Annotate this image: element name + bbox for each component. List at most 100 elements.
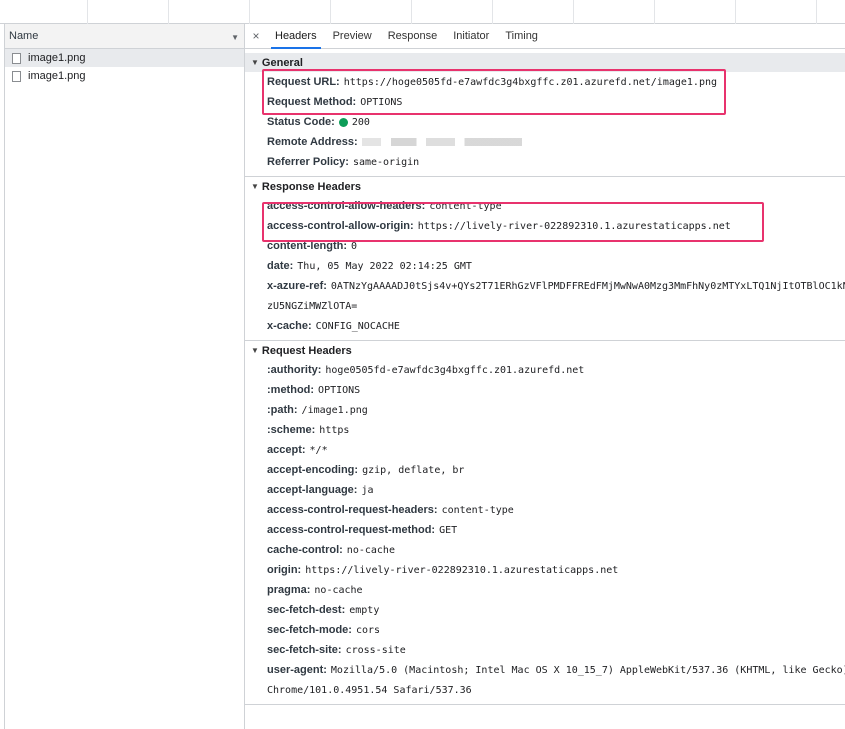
header-key: x-azure-ref:: [267, 280, 327, 292]
header-row: :scheme: https: [267, 420, 845, 440]
header-row: Status Code: 200: [267, 112, 845, 132]
header-row: sec-fetch-dest: empty: [267, 600, 845, 620]
header-row: pragma: no-cache: [267, 580, 845, 600]
header-row: cache-control: no-cache: [267, 540, 845, 560]
tab-preview[interactable]: Preview: [325, 24, 380, 48]
header-key: accept-encoding:: [267, 464, 359, 476]
header-row: :method: OPTIONS: [267, 380, 845, 400]
status-success-icon: [338, 117, 348, 127]
header-key: access-control-allow-headers:: [267, 200, 426, 212]
general-section-toggle[interactable]: ▼ General: [245, 53, 845, 72]
header-value: https://hoge0505fd-e7awfdc3g4bxgffc.z01.…: [343, 76, 718, 88]
tab-timing[interactable]: Timing: [497, 24, 546, 48]
header-key: access-control-request-method:: [267, 524, 436, 536]
header-key: accept:: [267, 444, 306, 456]
response-header-rows: access-control-allow-headers: content-typ…: [245, 196, 845, 336]
header-key: x-cache:: [267, 320, 312, 332]
header-row: access-control-allow-headers: content-typ…: [267, 196, 845, 216]
header-value: hoge0505fd-e7awfdc3g4bxgffc.z01.azurefd.…: [325, 364, 585, 376]
header-value: Thu, 05 May 2022 02:14:25 GMT: [297, 260, 472, 272]
request-headers-section-toggle[interactable]: ▼ Request Headers: [245, 341, 845, 360]
timeline-tick: [816, 0, 817, 24]
timeline-tick: [735, 0, 736, 24]
timeline-tick: [573, 0, 574, 24]
request-header-rows: :authority: hoge0505fd-e7awfdc3g4bxgffc.z…: [245, 360, 845, 700]
header-key: access-control-allow-origin:: [267, 220, 414, 232]
header-value: https://lively-river-022892310.1.azurest…: [305, 564, 619, 576]
header-key: sec-fetch-mode:: [267, 624, 352, 636]
header-row: Remote Address:: [267, 132, 845, 152]
timeline-tick: [654, 0, 655, 24]
request-row[interactable]: image1.png: [5, 67, 244, 85]
header-value: GET: [439, 524, 458, 536]
file-icon: [12, 52, 21, 64]
header-row: Request Method: OPTIONS: [267, 92, 845, 112]
header-row: sec-fetch-site: cross-site: [267, 640, 845, 660]
header-value: https://lively-river-022892310.1.azurest…: [417, 220, 731, 232]
header-row: accept: */*: [267, 440, 845, 460]
request-list-panel: Name ▼ image1.png image1.png: [5, 24, 245, 729]
header-value: OPTIONS: [360, 96, 403, 108]
header-row: Referrer Policy: same-origin: [267, 152, 845, 172]
timeline-tick: [411, 0, 412, 24]
request-name: image1.png: [28, 52, 86, 64]
header-row: content-length: 0: [267, 236, 845, 256]
header-value: 200: [351, 116, 370, 128]
header-key: Remote Address:: [267, 136, 358, 148]
header-key: sec-fetch-dest:: [267, 604, 346, 616]
expand-triangle-icon: ▼: [251, 182, 259, 191]
header-row: :path:/image1.png: [267, 400, 845, 420]
header-key: Status Code:: [267, 116, 335, 128]
tab-initiator[interactable]: Initiator: [445, 24, 497, 48]
redacted-remote-address: [361, 138, 522, 146]
header-value: empty: [349, 604, 380, 616]
header-key: sec-fetch-site:: [267, 644, 342, 656]
header-value: Mozilla/5.0 (Macintosh; Intel Mac OS X 1…: [330, 664, 845, 676]
header-row: Chrome/101.0.4951.54 Safari/537.36: [267, 680, 845, 700]
header-row: accept-language: ja: [267, 480, 845, 500]
header-row: access-control-request-method: GET: [267, 520, 845, 540]
header-row: sec-fetch-mode: cors: [267, 620, 845, 640]
response-headers-section-toggle[interactable]: ▼ Response Headers: [245, 177, 845, 196]
header-key: Request URL:: [267, 76, 340, 88]
timeline-overview[interactable]: [0, 0, 845, 24]
request-row[interactable]: image1.png: [5, 49, 244, 67]
header-row: access-control-request-headers: content-t…: [267, 500, 845, 520]
request-name: image1.png: [28, 70, 86, 82]
header-value: /image1.png: [301, 404, 368, 416]
tab-response[interactable]: Response: [380, 24, 446, 48]
header-key: accept-language:: [267, 484, 358, 496]
request-headers-title: Request Headers: [261, 344, 352, 357]
timeline-tick: [492, 0, 493, 24]
header-value: CONFIG_NOCACHE: [315, 320, 400, 332]
header-row: zU5NGZiMWZlOTA=: [267, 296, 845, 316]
name-column-label: Name: [9, 30, 39, 42]
header-key: cache-control:: [267, 544, 343, 556]
name-column-header[interactable]: Name ▼: [5, 24, 244, 49]
header-value: gzip, deflate, br: [362, 464, 465, 476]
header-key: :authority:: [267, 364, 322, 376]
header-row: :authority: hoge0505fd-e7awfdc3g4bxgffc.z…: [267, 360, 845, 380]
header-row: accept-encoding: gzip, deflate, br: [267, 460, 845, 480]
header-value: zU5NGZiMWZlOTA=: [267, 300, 358, 312]
timeline-tick: [168, 0, 169, 24]
header-key: user-agent:: [267, 664, 327, 676]
header-value: content-type: [441, 504, 514, 516]
close-icon[interactable]: ×: [245, 24, 267, 48]
section-divider: [245, 704, 845, 705]
timeline-tick: [330, 0, 331, 24]
response-headers-title: Response Headers: [261, 180, 361, 193]
header-row: user-agent: Mozilla/5.0 (Macintosh; Intel…: [267, 660, 845, 680]
header-value: ja: [361, 484, 374, 496]
timeline-tick: [87, 0, 88, 24]
detail-tabs: × Headers Preview Response Initiator Tim…: [245, 24, 845, 49]
tab-headers[interactable]: Headers: [267, 24, 325, 49]
header-key: pragma:: [267, 584, 311, 596]
general-rows: Request URL: https://hoge0505fd-e7awfdc3…: [245, 72, 845, 172]
header-value: cross-site: [345, 644, 406, 656]
header-key: :method:: [267, 384, 315, 396]
sort-arrow-icon[interactable]: ▼: [231, 33, 239, 42]
header-value: no-cache: [314, 584, 363, 596]
header-key: access-control-request-headers:: [267, 504, 438, 516]
header-key: origin:: [267, 564, 302, 576]
